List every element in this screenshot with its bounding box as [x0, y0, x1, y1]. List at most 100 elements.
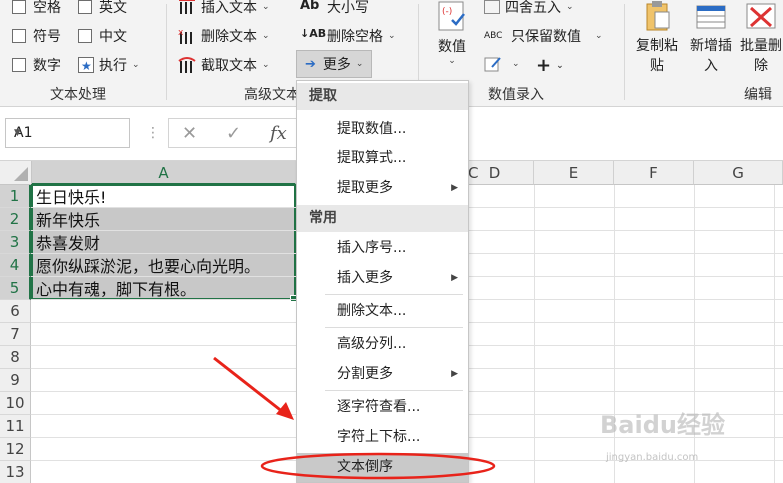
chevron-down-icon[interactable]: ▼: [14, 128, 122, 138]
delete-text-button[interactable]: x 删除文本 ⌄: [178, 26, 270, 46]
confirm-icon[interactable]: ✓: [226, 123, 241, 144]
copy-paste-button[interactable]: 复制粘贴: [636, 0, 678, 76]
row-header[interactable]: 13: [0, 461, 31, 483]
chevron-down-icon: ⌄: [566, 2, 574, 12]
checkbox-chinese-box[interactable]: [78, 29, 92, 43]
menu-item-text-reverse[interactable]: 文本倒序: [297, 453, 468, 482]
checkbox-symbol-label: 符号: [33, 29, 61, 45]
delete-text-icon: x: [178, 27, 196, 45]
cell-a5[interactable]: 心中有魂，脚下有根。: [32, 278, 196, 301]
menu-item-char-view[interactable]: 逐字符查看...: [297, 393, 468, 422]
value-button[interactable]: (-) 数值 ⌄: [436, 0, 468, 66]
arrow-right-icon: ➔: [305, 56, 316, 72]
insert-row-icon: [695, 0, 727, 32]
round-icon: [484, 0, 500, 14]
group-divider: [624, 4, 625, 100]
group-label-edit: 编辑: [744, 87, 772, 103]
row-header[interactable]: 12: [0, 438, 31, 461]
chevron-right-icon: ▶: [451, 369, 458, 379]
case-button[interactable]: Ab 大小写: [300, 0, 369, 17]
checkbox-space-box[interactable]: [12, 0, 26, 14]
watermark-logo: Baidu经验: [600, 411, 725, 439]
insert-text-icon: [178, 0, 196, 16]
menu-section-common: 常用: [297, 205, 468, 232]
chevron-down-icon: ⌄: [262, 2, 270, 12]
value-label: 数值: [438, 39, 466, 55]
more-button[interactable]: ➔ 更多 ⌄: [296, 50, 373, 78]
row-header[interactable]: 5: [0, 277, 31, 300]
column-header-a[interactable]: A: [32, 161, 296, 185]
row-header[interactable]: 1: [0, 185, 31, 208]
column-header-e[interactable]: E: [534, 161, 614, 185]
checkbox-space[interactable]: 空格: [12, 0, 61, 17]
delete-space-button[interactable]: ↓AB 删除空格 ⌄: [300, 26, 396, 46]
add-insert-label: 新增插入: [690, 38, 732, 74]
name-box[interactable]: A1 ▼: [5, 118, 130, 148]
checkbox-english[interactable]: 英文: [78, 0, 127, 17]
chevron-down-icon: ⌄: [132, 60, 140, 70]
cell-a1[interactable]: 生日快乐!: [32, 186, 106, 209]
extract-text-button[interactable]: 截取文本 ⌄: [178, 55, 270, 75]
menu-item-extract-formula[interactable]: 提取算式...: [297, 144, 468, 173]
row-header[interactable]: 8: [0, 346, 31, 369]
cell-a2[interactable]: 新年快乐: [32, 209, 100, 232]
menu-item-insert-seq[interactable]: 插入序号...: [297, 234, 468, 263]
row-header[interactable]: 3: [0, 231, 31, 254]
checkbox-english-box[interactable]: [78, 0, 92, 14]
menu-item-split-more[interactable]: 分割更多 ▶: [297, 360, 468, 389]
checkbox-english-label: 英文: [99, 0, 127, 16]
row-header[interactable]: 2: [0, 208, 31, 231]
menu-item-label: 分割更多: [337, 366, 393, 382]
checkbox-number-box[interactable]: [12, 58, 26, 72]
row-header[interactable]: 10: [0, 392, 31, 415]
chevron-down-icon: ⌄: [262, 31, 270, 41]
execute-button[interactable]: ★ 执行 ⌄: [78, 55, 140, 75]
row-header[interactable]: 7: [0, 323, 31, 346]
batch-delete-button[interactable]: 批量删除: [740, 0, 782, 76]
menu-item-adv-split[interactable]: 高级分列...: [297, 330, 468, 359]
select-all-corner[interactable]: [0, 161, 32, 185]
edit-format-button[interactable]: ⌄: [484, 55, 520, 73]
menu-item-extract-value[interactable]: 提取数值...: [297, 115, 468, 144]
menu-item-label: 逐字符查看...: [337, 399, 421, 415]
menu-item-label: 提取更多: [337, 180, 393, 196]
column-header-g[interactable]: G: [694, 161, 783, 185]
cell-a3[interactable]: 恭喜发财: [32, 232, 100, 255]
chevron-down-icon: ⌄: [262, 60, 270, 70]
menu-item-delete-text[interactable]: 删除文本...: [297, 297, 468, 326]
fx-icon[interactable]: fx: [270, 123, 287, 144]
round-button[interactable]: 四舍五入 ⌄: [484, 0, 574, 17]
cell-a4[interactable]: 愿你纵踩淤泥，也要心向光明。: [32, 255, 260, 278]
cancel-icon[interactable]: ✕: [182, 123, 197, 144]
row-header[interactable]: 11: [0, 415, 31, 438]
menu-item-extract-more[interactable]: 提取更多 ▶: [297, 174, 468, 203]
more-options-icon: ⋮: [146, 125, 160, 141]
delete-space-label: 删除空格: [327, 29, 383, 45]
row-header[interactable]: 6: [0, 300, 31, 323]
svg-text:★: ★: [81, 59, 92, 72]
menu-section-extract: 提取: [297, 83, 468, 110]
menu-item-char-subsup[interactable]: 字符上下标...: [297, 423, 468, 452]
keep-value-button[interactable]: ABC 只保留数值 ⌄: [484, 26, 603, 46]
group-label-text-processing: 文本处理: [50, 87, 106, 103]
checkbox-chinese[interactable]: 中文: [78, 26, 127, 46]
add-insert-button[interactable]: 新增插入: [690, 0, 732, 76]
chevron-down-icon: ⌄: [595, 31, 603, 41]
column-header-f[interactable]: F: [614, 161, 694, 185]
row-header[interactable]: 4: [0, 254, 31, 277]
checkbox-symbol[interactable]: 符号: [12, 26, 61, 46]
row-header[interactable]: 9: [0, 369, 31, 392]
menu-item-label: 插入更多: [337, 270, 393, 286]
checkbox-symbol-box[interactable]: [12, 29, 26, 43]
menu-item-label: 提取数值...: [337, 121, 407, 137]
add-button[interactable]: + ⌄: [536, 55, 564, 76]
group-label-advanced-text: 高级文本: [244, 87, 296, 103]
chevron-down-icon: ⌄: [448, 56, 456, 66]
watermark-url: jingyan.baidu.com: [606, 452, 699, 463]
checkbox-number[interactable]: 数字: [12, 55, 61, 75]
menu-item-insert-more[interactable]: 插入更多 ▶: [297, 264, 468, 293]
edit-icon: [484, 55, 502, 73]
menu-item-label: 删除文本...: [337, 303, 407, 319]
insert-text-button[interactable]: 插入文本 ⌄: [178, 0, 270, 17]
menu-item-label: 提取算式...: [337, 150, 407, 166]
